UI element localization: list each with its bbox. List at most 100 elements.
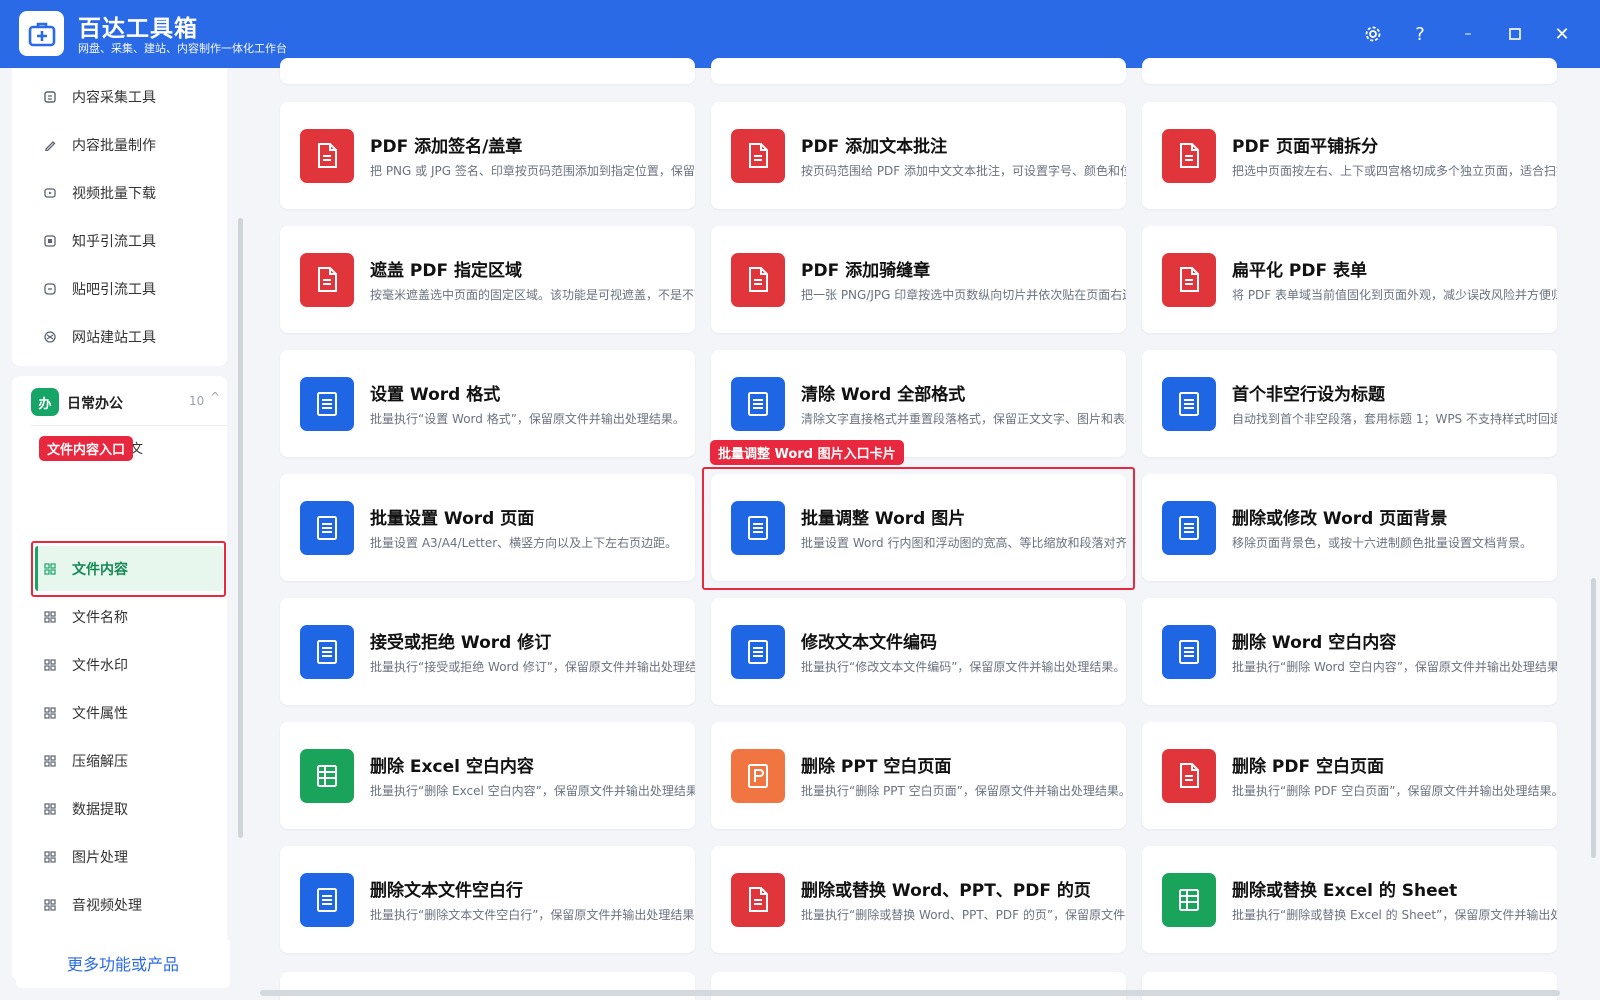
- maximize-icon[interactable]: [1501, 20, 1529, 48]
- sidebar-item-label: 内容批量制作: [72, 138, 156, 154]
- app-subtitle: 网盘、采集、建站、内容制作一体化工作台: [78, 42, 287, 55]
- card-title: 删除 PDF 空白页面: [1232, 757, 1385, 777]
- sidebar-item-label: 数据提取: [72, 802, 128, 818]
- word-file-icon: [300, 625, 354, 679]
- pdf-file-icon: [731, 253, 785, 307]
- card-title: 遮盖 PDF 指定区域: [370, 261, 523, 281]
- tool-card[interactable]: PDF 添加签名/盖章把 PNG 或 JPG 签名、印章按页码范围添加到指定位置…: [280, 102, 695, 209]
- group-badge: 办: [31, 388, 59, 416]
- sidebar-item-7[interactable]: 音视频处理: [42, 885, 222, 925]
- annotation-tag-sidebar: 文件内容入口: [39, 436, 134, 461]
- card-description: 按毫米遮盖选中页面的固定区域。该功能是可视遮盖，不是不可逆: [370, 288, 695, 302]
- card-partial[interactable]: [1142, 58, 1557, 84]
- word-file-icon: [300, 377, 354, 431]
- more-products-button[interactable]: 更多功能或产品: [16, 938, 230, 988]
- tool-card[interactable]: PDF 页面平铺拆分把选中页面按左右、上下或四宫格切成多个独立页面，适合扫描件和: [1142, 102, 1557, 209]
- sidebar-item-label: 内容采集工具: [72, 90, 156, 106]
- card-title: PDF 添加签名/盖章: [370, 137, 523, 157]
- card-description: 批量执行“设置 Word 格式”，保留原文件并输出处理结果。: [370, 412, 685, 426]
- card-description: 把选中页面按左右、上下或四宫格切成多个独立页面，适合扫描件和: [1232, 164, 1557, 178]
- close-icon[interactable]: ✕: [1548, 20, 1576, 48]
- pdf-file-icon: [300, 129, 354, 183]
- tool-card[interactable]: 删除 Excel 空白内容批量执行“删除 Excel 空白内容”，保留原文件并输…: [280, 722, 695, 829]
- card-description: 批量设置 A3/A4/Letter、横竖方向以及上下左右页边距。: [370, 536, 678, 550]
- sidebar-item-3[interactable]: 文件属性: [42, 693, 222, 733]
- pdf-file-icon: [1162, 129, 1216, 183]
- ppt-file-icon: [731, 749, 785, 803]
- tool-card[interactable]: 首个非空行设为标题自动找到首个非空段落，套用标题 1；WPS 不支持样式时回退为…: [1142, 350, 1557, 457]
- card-title: PDF 添加骑缝章: [801, 261, 931, 281]
- card-title: 删除或替换 Excel 的 Sheet: [1232, 881, 1458, 901]
- word-file-icon: [731, 377, 785, 431]
- tool-card[interactable]: 接受或拒绝 Word 修订 批量执行“接受或拒绝 Word 修订”，保留原文件并输…: [280, 598, 695, 705]
- main-scrollbar[interactable]: [1591, 578, 1596, 858]
- sidebar-item-6[interactable]: 图片处理: [42, 837, 222, 877]
- card-description: 清除文字直接格式并重置段落格式，保留正文文字、图片和表格。: [801, 412, 1126, 426]
- sidebar-item-tieba[interactable]: 贴吧引流工具: [42, 269, 222, 309]
- excel-file-icon: [1162, 873, 1216, 927]
- card-description: 批量执行“删除或替换 Word、PPT、PDF 的页”，保留原文件并输出: [801, 908, 1126, 922]
- sidebar-item-label: 视频批量下载: [72, 186, 156, 202]
- tool-card[interactable]: 扁平化 PDF 表单将 PDF 表单域当前值固化到页面外观，减少误改风险并方便归…: [1142, 226, 1557, 333]
- word-file-icon: [1162, 501, 1216, 555]
- card-title: 清除 Word 全部格式: [801, 385, 966, 405]
- card-title: 删除文本文件空白行: [370, 881, 523, 901]
- group-header[interactable]: 办 日常办公 10 ^: [12, 376, 227, 426]
- sidebar-item-label: 文件名称: [72, 610, 128, 626]
- sidebar-item-zhihu[interactable]: 知乎引流工具: [42, 221, 222, 261]
- card-description: 批量执行“删除或替换 Excel 的 Sheet”，保留原文件并输出处理结果。: [1232, 908, 1557, 922]
- tool-card[interactable]: 删除或替换 Word、PPT、PDF 的页批量执行“删除或替换 Word、PPT…: [711, 846, 1126, 953]
- chevron-up-icon[interactable]: ^: [210, 390, 220, 404]
- card-title: 删除 PPT 空白页面: [801, 757, 952, 777]
- tool-card[interactable]: 删除文本文件空白行 批量执行“删除文本文件空白行”，保留原文件并输出处理结果。: [280, 846, 695, 953]
- highlight-box-word-image: [702, 467, 1135, 590]
- horizontal-scrollbar[interactable]: [260, 990, 1560, 996]
- gear-icon[interactable]: [1359, 20, 1387, 48]
- pdf-file-icon: [300, 253, 354, 307]
- tool-card[interactable]: 删除 Word 空白内容 批量执行“删除 Word 空白内容”，保留原文件并输出处…: [1142, 598, 1557, 705]
- sidebar-item-website[interactable]: 网站建站工具: [42, 317, 222, 357]
- tool-card[interactable]: 删除 PDF 空白页面批量执行“删除 PDF 空白页面”，保留原文件并输出处理结…: [1142, 722, 1557, 829]
- sidebar-item-4[interactable]: 压缩解压: [42, 741, 222, 781]
- sidebar-item-batch-make[interactable]: 内容批量制作: [42, 125, 222, 165]
- card-title: 接受或拒绝 Word 修订: [370, 633, 552, 653]
- video-icon: [42, 185, 58, 201]
- card-description: 自动找到首个非空段落，套用标题 1；WPS 不支持样式时回退为加粗: [1232, 412, 1557, 426]
- card-title: 删除 Excel 空白内容: [370, 757, 534, 777]
- grid-icon: [42, 609, 58, 625]
- card-title: 删除或替换 Word、PPT、PDF 的页: [801, 881, 1091, 901]
- tool-card[interactable]: 修改文本文件编码批量执行“修改文本文件编码”，保留原文件并输出处理结果。: [711, 598, 1126, 705]
- tool-card[interactable]: 设置 Word 格式 批量执行“设置 Word 格式”，保留原文件并输出处理结果。: [280, 350, 695, 457]
- card-description: 批量执行“删除 Excel 空白内容”，保留原文件并输出处理结果。: [370, 784, 695, 798]
- card-description: 批量执行“删除 PDF 空白页面”，保留原文件并输出处理结果。: [1232, 784, 1557, 798]
- card-title: PDF 页面平铺拆分: [1232, 137, 1379, 157]
- web-icon: [42, 329, 58, 345]
- sidebar-item-video-download[interactable]: 视频批量下载: [42, 173, 222, 213]
- card-partial[interactable]: [280, 58, 695, 84]
- group-name: 日常办公: [67, 396, 123, 412]
- card-description: 批量执行“删除 Word 空白内容”，保留原文件并输出处理结果。: [1232, 660, 1557, 674]
- tool-card[interactable]: PDF 添加文本批注 按页码范围给 PDF 添加中文文本批注，可设置字号、颜色和位…: [711, 102, 1126, 209]
- sidebar-item-2[interactable]: 文件水印: [42, 645, 222, 685]
- grid-icon: [42, 753, 58, 769]
- grid-icon: [42, 897, 58, 913]
- collect-icon: [42, 89, 58, 105]
- sidebar-item-5[interactable]: 数据提取: [42, 789, 222, 829]
- tool-card[interactable]: PDF 添加骑缝章 把一张 PNG/JPG 印章按选中页数纵向切片并依次贴在页面右…: [711, 226, 1126, 333]
- sidebar-item-label: 压缩解压: [72, 754, 128, 770]
- card-description: 批量执行“修改文本文件编码”，保留原文件并输出处理结果。: [801, 660, 1126, 674]
- sidebar-item-1[interactable]: 文件名称: [42, 597, 222, 637]
- sidebar-item-label: 贴吧引流工具: [72, 282, 156, 298]
- card-title: 修改文本文件编码: [801, 633, 937, 653]
- sidebar-item-content-collect[interactable]: 内容采集工具: [42, 77, 222, 117]
- minimize-icon[interactable]: –: [1454, 20, 1482, 48]
- help-icon[interactable]: ?: [1406, 20, 1434, 48]
- tool-card[interactable]: 删除 PPT 空白页面 批量执行“删除 PPT 空白页面”，保留原文件并输出处理结…: [711, 722, 1126, 829]
- tool-card[interactable]: 批量设置 Word 页面 批量设置 A3/A4/Letter、横竖方向以及上下左右…: [280, 474, 695, 581]
- tool-card[interactable]: 删除或替换 Excel 的 Sheet 批量执行“删除或替换 Excel 的 Sh…: [1142, 846, 1557, 953]
- tool-card[interactable]: 遮盖 PDF 指定区域按毫米遮盖选中页面的固定区域。该功能是可视遮盖，不是不可逆: [280, 226, 695, 333]
- card-partial[interactable]: [711, 58, 1126, 84]
- pdf-file-icon: [731, 873, 785, 927]
- sidebar-scrollbar[interactable]: [238, 218, 243, 838]
- tool-card[interactable]: 删除或修改 Word 页面背景 移除页面背景色，或按十六进制颜色批量设置文档背景。: [1142, 474, 1557, 581]
